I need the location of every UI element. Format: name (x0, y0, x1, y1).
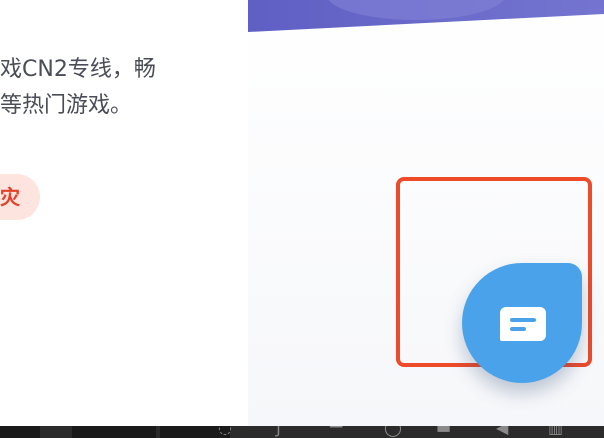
toolbar-icon[interactable]: ◯ (384, 426, 402, 436)
product-card: 戏CN2专线，畅 等热门游戏。 灾 (0, 0, 248, 426)
toolbar-icon[interactable]: ◌ (218, 426, 232, 436)
toolbar-icon[interactable]: ▥ (548, 426, 563, 436)
description-line-2: 等热门游戏。 (0, 93, 133, 118)
chat-button[interactable] (462, 263, 582, 383)
toolbar-icon[interactable]: ◀ (496, 426, 508, 436)
toolbar-icon[interactable]: ▬ (436, 426, 451, 436)
product-description: 戏CN2专线，畅 等热门游戏。 (0, 52, 248, 124)
top-banner (248, 0, 604, 32)
toolbar-segment (0, 426, 40, 438)
formula-icon[interactable]: ƒ (276, 426, 282, 436)
feature-tag-label: 灾 (0, 185, 20, 209)
description-line-1: 戏CN2专线，畅 (0, 57, 156, 82)
bottom-toolbar: ◌ ƒ ▀ ◯ ▬ ◀ ▥ (0, 426, 604, 438)
toolbar-icon[interactable]: ▀ (330, 426, 342, 436)
chat-bubble-icon (500, 307, 546, 341)
toolbar-segment (72, 426, 156, 438)
page: 戏CN2专线，畅 等热门游戏。 灾 ◌ ƒ ▀ ◯ ▬ ◀ ▥ (0, 0, 604, 438)
feature-tag: 灾 (0, 174, 40, 220)
